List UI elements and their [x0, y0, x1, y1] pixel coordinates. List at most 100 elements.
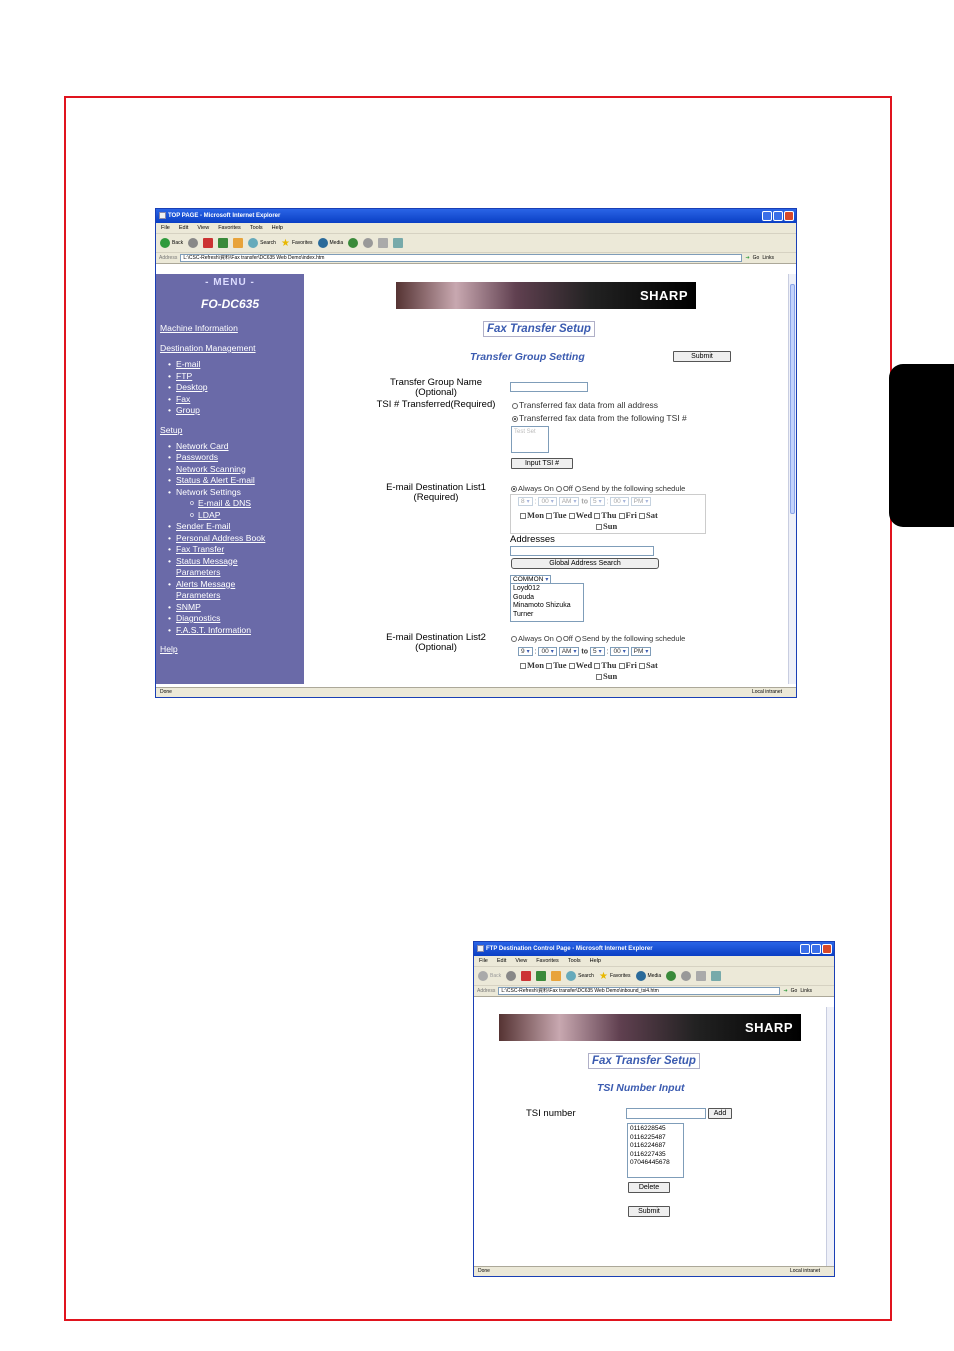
tsi-following-option[interactable]: Transferred fax data from the following …	[512, 413, 687, 423]
start-ampm-select[interactable]: AM	[558, 647, 580, 656]
edit-icon[interactable]	[393, 238, 404, 248]
nav-status-message[interactable]: Status Message	[176, 556, 304, 568]
end-minute-select[interactable]: 00	[610, 647, 629, 656]
menu-help[interactable]: Help	[590, 956, 601, 966]
links-button[interactable]: Links	[762, 255, 774, 261]
nav-ldap[interactable]: LDAP	[198, 510, 304, 522]
nav-network-card[interactable]: Network Card	[176, 441, 304, 453]
list-item[interactable]: 0116224687	[630, 1142, 681, 1151]
day-checkbox[interactable]	[568, 513, 575, 520]
start-minute-select[interactable]: 00	[538, 497, 557, 506]
radio-off[interactable]	[555, 486, 562, 493]
home-icon[interactable]	[551, 971, 562, 981]
menu-tools[interactable]: Tools	[568, 956, 581, 966]
day-checkbox[interactable]	[568, 663, 575, 670]
menu-edit[interactable]: Edit	[497, 956, 506, 966]
nav-fax-transfer[interactable]: Fax Transfer	[176, 544, 304, 556]
nav-email-dns[interactable]: E-mail & DNS	[198, 498, 304, 510]
search-button[interactable]: Search	[248, 238, 276, 248]
nav-passwords[interactable]: Passwords	[176, 452, 304, 464]
submit-button[interactable]: Submit	[673, 351, 731, 362]
day-checkbox[interactable]	[618, 663, 625, 670]
nav-group[interactable]: Group	[176, 405, 304, 417]
maximize-button[interactable]	[811, 944, 821, 954]
submit-button[interactable]: Submit	[628, 1206, 670, 1217]
day-checkbox[interactable]	[546, 513, 553, 520]
start-ampm-select[interactable]: AM	[558, 497, 580, 506]
tsi-number-input[interactable]	[626, 1108, 706, 1119]
media-button[interactable]: Media	[635, 971, 661, 981]
menu-file[interactable]: File	[479, 956, 488, 966]
menu-favorites[interactable]: Favorites	[218, 223, 241, 233]
close-button[interactable]	[784, 211, 794, 221]
day-checkbox[interactable]	[639, 513, 645, 520]
global-address-search-button[interactable]: Global Address Search	[511, 558, 659, 569]
day-checkbox[interactable]	[520, 663, 526, 670]
list-item[interactable]: Turner	[513, 611, 581, 620]
go-button[interactable]: Go	[753, 255, 760, 261]
list-item[interactable]: 0116227435	[630, 1151, 681, 1160]
stop-icon[interactable]	[521, 971, 532, 981]
radio-following-tsi[interactable]	[512, 415, 518, 422]
radio-all-address[interactable]	[512, 402, 518, 409]
day-checkbox[interactable]	[546, 663, 553, 670]
add-button[interactable]: Add	[708, 1108, 732, 1119]
links-button[interactable]: Links	[800, 988, 812, 994]
stop-icon[interactable]	[203, 238, 214, 248]
start-minute-select[interactable]: 00	[538, 647, 557, 656]
tsi-list[interactable]: Test Set	[511, 426, 549, 453]
history-icon[interactable]	[348, 238, 359, 248]
print-icon[interactable]	[378, 238, 389, 248]
nav-desktop[interactable]: Desktop	[176, 382, 304, 394]
tsi-number-list[interactable]: 0116228545 0116225487 0116224687 0116227…	[627, 1123, 684, 1178]
minimize-button[interactable]	[762, 211, 772, 221]
menu-help[interactable]: Help	[272, 223, 283, 233]
list-item[interactable]: 07046445678	[630, 1159, 681, 1168]
day-checkbox[interactable]	[594, 513, 601, 520]
address-search-input[interactable]	[510, 546, 654, 556]
list-item[interactable]: 0116225487	[630, 1134, 681, 1143]
radio-schedule[interactable]	[574, 636, 581, 643]
print-icon[interactable]	[696, 971, 707, 981]
mail-icon[interactable]	[363, 238, 374, 248]
forward-icon[interactable]	[188, 238, 199, 248]
nav-fast-information[interactable]: F.A.S.T. Information	[176, 625, 304, 637]
tsi-all-option[interactable]: Transferred fax data from all address	[512, 400, 658, 410]
radio-schedule[interactable]	[574, 486, 581, 493]
day-checkbox[interactable]	[618, 513, 625, 520]
go-arrow-icon[interactable]: ➔	[745, 255, 749, 261]
input-tsi-button[interactable]: Input TSI #	[511, 458, 573, 469]
nav-help[interactable]: Help	[160, 644, 304, 654]
nav-machine-information[interactable]: Machine Information	[160, 323, 304, 333]
list-item[interactable]: Gouda	[513, 594, 581, 603]
search-button[interactable]: Search	[566, 971, 594, 981]
go-button[interactable]: Go	[791, 988, 798, 994]
day-checkbox[interactable]	[596, 674, 602, 681]
vertical-scrollbar[interactable]	[788, 274, 796, 684]
maximize-button[interactable]	[773, 211, 783, 221]
menu-view[interactable]: View	[515, 956, 527, 966]
nav-fax[interactable]: Fax	[176, 394, 304, 406]
back-button[interactable]: Back	[478, 971, 501, 981]
end-hour-select[interactable]: 5	[589, 497, 605, 506]
nav-alerts-parameters[interactable]: Parameters	[176, 590, 304, 602]
home-icon[interactable]	[233, 238, 244, 248]
nav-personal-address-book[interactable]: Personal Address Book	[176, 533, 304, 545]
day-checkbox[interactable]	[639, 663, 645, 670]
history-icon[interactable]	[666, 971, 677, 981]
nav-sender-email[interactable]: Sender E-mail	[176, 521, 304, 533]
nav-ftp[interactable]: FTP	[176, 371, 304, 383]
address-list[interactable]: Loyd012 Gouda Minamoto Shizuka Turner	[510, 583, 584, 622]
nav-destination-management[interactable]: Destination Management	[160, 343, 304, 353]
end-ampm-select[interactable]: PM	[630, 647, 652, 656]
nav-alerts-message[interactable]: Alerts Message	[176, 579, 304, 591]
menu-tools[interactable]: Tools	[250, 223, 263, 233]
mail-icon[interactable]	[681, 971, 692, 981]
nav-setup[interactable]: Setup	[160, 425, 304, 435]
radio-always-on[interactable]	[511, 486, 517, 493]
menu-file[interactable]: File	[161, 223, 170, 233]
menu-view[interactable]: View	[197, 223, 209, 233]
nav-status-message-parameters[interactable]: Parameters	[176, 567, 304, 579]
media-button[interactable]: Media	[317, 238, 343, 248]
edit-icon[interactable]	[711, 971, 722, 981]
